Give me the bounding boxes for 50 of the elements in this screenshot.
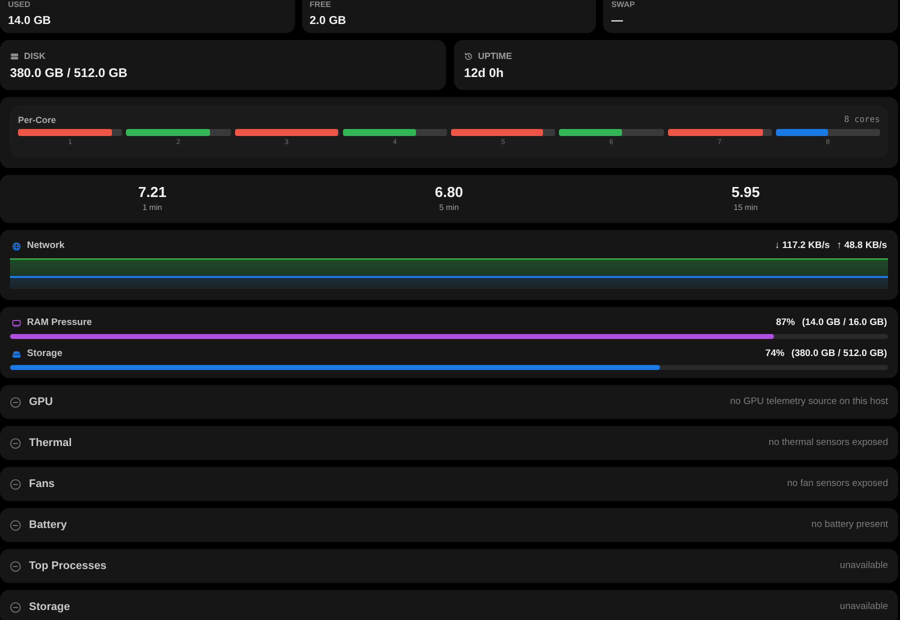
section-title: Top Processes — [29, 560, 106, 572]
drive-icon — [10, 52, 19, 60]
panel-title: Per-Core — [18, 115, 56, 125]
usage-percent: 74% — [765, 348, 784, 360]
section-title: Fans — [29, 478, 55, 490]
minus-circle-icon — [10, 520, 21, 530]
section-title: Storage — [29, 600, 70, 614]
stat-value: 14.0 GB — [8, 14, 52, 28]
minus-circle-icon — [10, 560, 21, 572]
load-value: 5.95 — [732, 185, 760, 202]
memory-icon — [12, 318, 21, 328]
load-value: 7.21 — [138, 185, 166, 202]
stat-value: — — [611, 14, 624, 28]
load-label: 1 min — [142, 203, 162, 213]
usage-detail: (380.0 GB / 512.0 GB) — [791, 348, 887, 360]
section-note: no fan sensors exposed — [787, 478, 888, 490]
usage-label: RAM Pressure — [27, 317, 92, 329]
globe-icon — [12, 242, 21, 250]
minus-circle-icon — [10, 396, 21, 408]
section-note: no battery present — [811, 519, 888, 531]
minus-circle-icon — [10, 438, 21, 448]
usage-label: Storage — [27, 348, 62, 360]
load-label: 5 min — [439, 203, 459, 213]
clock-icon — [464, 52, 473, 60]
section-note: unavailable — [840, 601, 888, 613]
stat-label: DISK — [24, 50, 46, 62]
section-note: no thermal sensors exposed — [768, 437, 888, 449]
stat-label: FREE — [310, 0, 332, 9]
minus-circle-icon — [10, 602, 21, 612]
usage-percent: 87% — [776, 317, 795, 329]
usage-detail: (14.0 GB / 16.0 GB) — [802, 317, 887, 329]
load-label: 15 min — [734, 203, 758, 213]
core-count: 8 cores — [844, 115, 880, 125]
stat-label: SWAP — [611, 0, 636, 9]
load-value: 6.80 — [434, 185, 464, 202]
download-rate: ↓ 117.2 KB/s — [774, 240, 830, 252]
section-title: GPU — [29, 396, 53, 408]
drive-icon — [12, 350, 21, 358]
minus-circle-icon — [10, 478, 21, 490]
section-note: unavailable — [840, 560, 888, 572]
stat-label: USED — [8, 0, 32, 9]
card-title: Network — [27, 240, 64, 252]
stat-value: 12d 0h — [464, 66, 505, 81]
stat-label: UPTIME — [478, 50, 512, 62]
section-title: Battery — [29, 518, 67, 532]
stat-value: 2.0 GB — [310, 14, 348, 28]
stat-value: 380.0 GB / 512.0 GB — [10, 66, 128, 81]
section-title: Thermal — [29, 436, 72, 450]
upload-rate: ↑ 48.8 KB/s — [836, 240, 887, 252]
section-note: no GPU telemetry source on this host — [730, 396, 888, 408]
